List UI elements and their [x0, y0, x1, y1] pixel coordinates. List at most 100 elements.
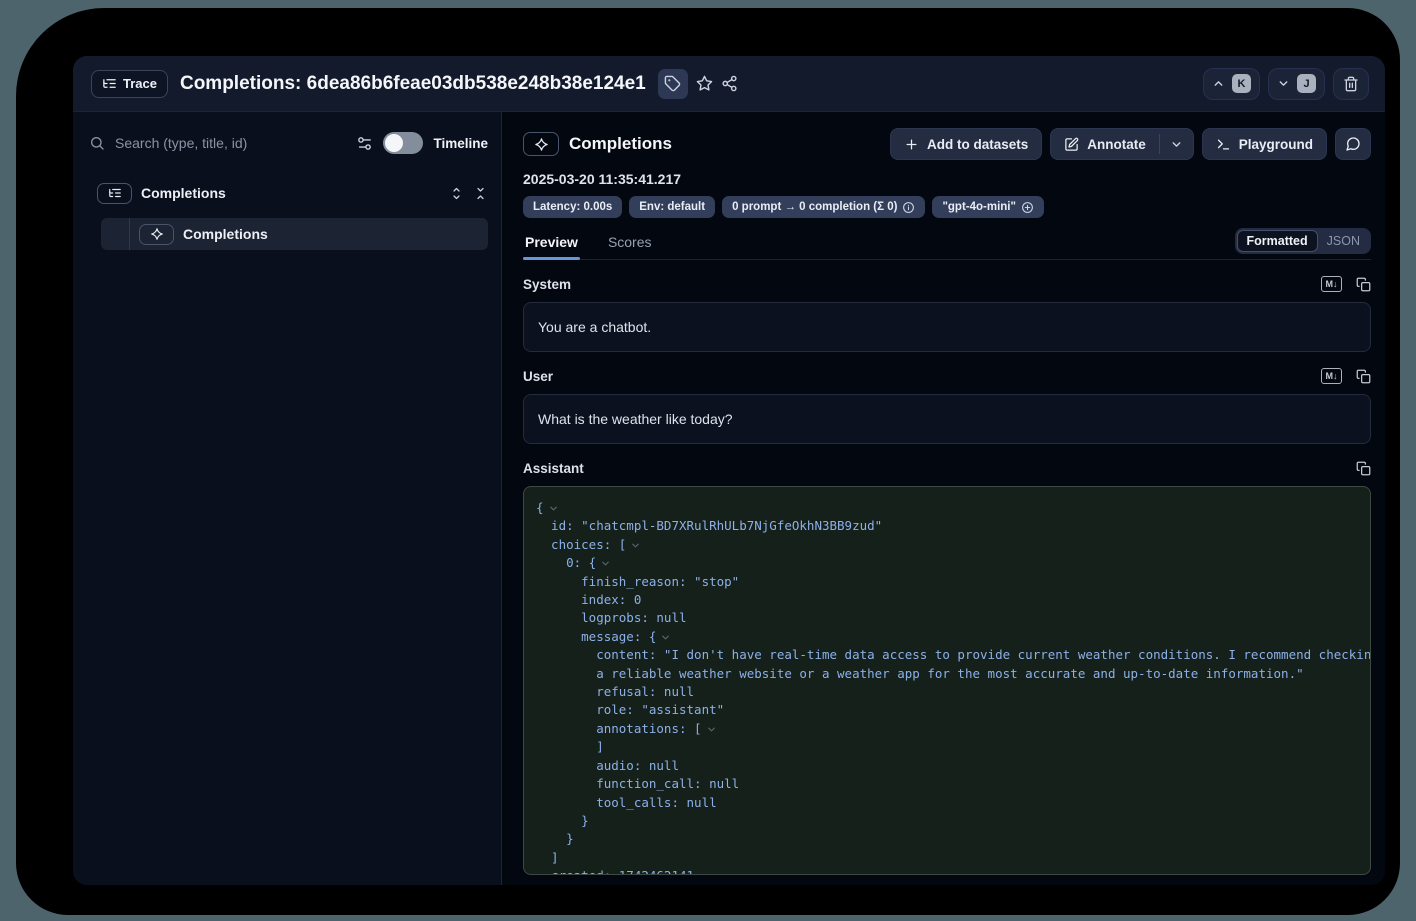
chevron-down-icon — [1170, 138, 1183, 151]
collapse-node-icon[interactable] — [548, 503, 559, 514]
timeline-toggle-label: Timeline — [433, 136, 488, 151]
collapse-node-icon[interactable] — [630, 540, 641, 551]
settings-icon[interactable] — [356, 135, 373, 152]
json-line: content: "I don't have real-time data ac… — [536, 646, 1358, 664]
comments-button[interactable] — [1335, 128, 1371, 160]
token-usage-badge[interactable]: 0 prompt → 0 completion (Σ 0) — [722, 196, 925, 218]
add-to-datasets-button[interactable]: Add to datasets — [890, 128, 1042, 160]
prev-trace-button[interactable]: K — [1203, 68, 1260, 100]
list-tree-icon — [102, 76, 117, 91]
tree-guide-line — [129, 218, 130, 250]
json-line: id: "chatcmpl-BD7XRulRhULb7NjGfeOkhN3BB9… — [536, 517, 1358, 535]
tree-item-generation[interactable]: Completions — [101, 218, 488, 250]
json-line: 0: { — [536, 554, 1358, 572]
page-title: Completions: 6dea86b6feae03db538e248b38e… — [180, 73, 646, 95]
json-line: } — [536, 812, 1358, 830]
copy-icon[interactable] — [1356, 369, 1371, 384]
format-option-json[interactable]: JSON — [1318, 230, 1369, 252]
assistant-role-label: Assistant — [523, 461, 584, 476]
format-toggle: Formatted JSON — [1235, 228, 1371, 254]
copy-icon[interactable] — [1356, 277, 1371, 292]
markdown-toggle-icon[interactable]: M↓ — [1321, 368, 1342, 384]
tab-scores[interactable]: Scores — [606, 234, 654, 259]
json-line: role: "assistant" — [536, 701, 1358, 719]
trace-window: Trace Completions: 6dea86b6feae03db538e2… — [73, 56, 1385, 885]
terminal-icon — [1216, 137, 1231, 152]
collapse-node-icon[interactable] — [706, 724, 717, 735]
search-input[interactable] — [115, 135, 346, 151]
observation-title: Completions — [569, 134, 672, 154]
delete-trace-button[interactable] — [1333, 68, 1369, 100]
json-line: created: 1742462141 — [536, 867, 1358, 875]
generation-sparkle-icon — [139, 224, 174, 245]
trace-badge-label: Trace — [123, 76, 157, 91]
user-role-label: User — [523, 369, 553, 384]
comment-bubble-icon — [1345, 136, 1361, 152]
json-line: refusal: null — [536, 683, 1358, 701]
system-message-content: You are a chatbot. — [523, 302, 1371, 352]
expand-all-icon[interactable] — [449, 186, 464, 201]
tree-child-label: Completions — [183, 226, 268, 242]
trash-icon — [1343, 76, 1359, 92]
collapse-node-icon[interactable] — [660, 632, 671, 643]
annotate-pen-icon — [1064, 137, 1079, 152]
trace-tree-icon — [97, 183, 132, 204]
generation-sparkle-icon — [523, 132, 559, 156]
tab-preview[interactable]: Preview — [523, 234, 580, 259]
star-button[interactable] — [696, 75, 713, 92]
system-message-section: System M↓ You are a chatbot. — [523, 274, 1371, 352]
plus-circle-icon — [1021, 201, 1034, 214]
json-line: choices: [ — [536, 536, 1358, 554]
app-frame: Trace Completions: 6dea86b6feae03db538e2… — [16, 8, 1400, 915]
observation-detail-panel: Completions Add to datasets — [502, 112, 1385, 885]
annotate-label: Annotate — [1087, 137, 1146, 152]
add-to-datasets-label: Add to datasets — [927, 137, 1028, 152]
share-icon — [721, 75, 738, 92]
json-line: function_call: null — [536, 775, 1358, 793]
preview-tabs: Preview Scores Formatted JSON — [523, 228, 1371, 260]
json-line: annotations: [ — [536, 720, 1358, 738]
trace-type-badge: Trace — [91, 70, 168, 98]
user-message-content: What is the weather like today? — [523, 394, 1371, 444]
annotate-dropdown-button[interactable] — [1160, 129, 1193, 159]
trace-tree-sidebar: Timeline Completions — [73, 112, 502, 885]
observation-timestamp: 2025-03-20 11:35:41.217 — [523, 171, 1371, 187]
share-button[interactable] — [721, 75, 738, 92]
tree-item-trace-root[interactable]: Completions — [89, 179, 488, 207]
annotate-split-button: Annotate — [1050, 128, 1194, 160]
search-icon — [89, 135, 105, 151]
json-line: finish_reason: "stop" — [536, 573, 1358, 591]
tree-root-label: Completions — [141, 185, 226, 201]
json-line: ] — [536, 849, 1358, 867]
system-role-label: System — [523, 277, 571, 292]
playground-button[interactable]: Playground — [1202, 128, 1327, 160]
assistant-message-section: Assistant { id: "chatcmpl-BD7XRulRhULb7N… — [523, 458, 1371, 875]
collapse-all-icon[interactable] — [473, 186, 488, 201]
json-line: tool_calls: null — [536, 794, 1358, 812]
markdown-toggle-icon[interactable]: M↓ — [1321, 276, 1342, 292]
tag-icon — [664, 75, 681, 92]
json-line: { — [536, 499, 1358, 517]
json-line: message: { — [536, 628, 1358, 646]
json-line: index: 0 — [536, 591, 1358, 609]
tag-button[interactable] — [658, 69, 688, 99]
latency-badge: Latency: 0.00s — [523, 196, 622, 218]
star-icon — [696, 75, 713, 92]
timeline-toggle[interactable] — [383, 132, 423, 154]
model-badge[interactable]: "gpt-4o-mini" — [932, 196, 1044, 218]
plus-icon — [904, 137, 919, 152]
annotate-button[interactable]: Annotate — [1051, 129, 1159, 159]
assistant-json-code[interactable]: { id: "chatcmpl-BD7XRulRhULb7NjGfeOkhN3B… — [523, 486, 1371, 875]
json-line: audio: null — [536, 757, 1358, 775]
copy-icon[interactable] — [1356, 461, 1371, 476]
next-trace-button[interactable]: J — [1268, 68, 1325, 100]
info-icon — [902, 201, 915, 214]
json-line: logprobs: null — [536, 609, 1358, 627]
json-line: } — [536, 830, 1358, 848]
playground-label: Playground — [1239, 137, 1313, 152]
collapse-node-icon[interactable] — [600, 558, 611, 569]
topbar: Trace Completions: 6dea86b6feae03db538e2… — [73, 56, 1385, 112]
shortcut-key-k: K — [1232, 74, 1251, 93]
format-option-formatted[interactable]: Formatted — [1237, 230, 1318, 252]
environment-badge: Env: default — [629, 196, 715, 218]
